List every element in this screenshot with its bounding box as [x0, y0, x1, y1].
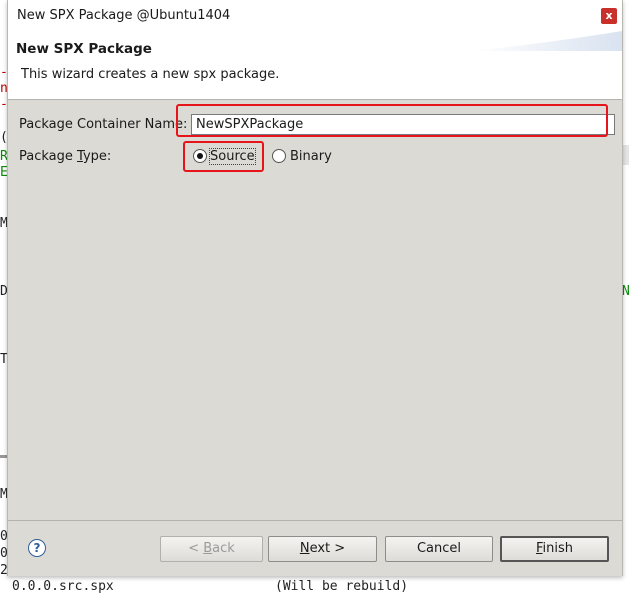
bg-char: N — [622, 284, 629, 299]
wizard-banner: New SPX Package This wizard creates a ne… — [8, 31, 622, 100]
bg-divider — [0, 455, 7, 458]
page-title: New SPX Package — [16, 41, 152, 57]
binary-radio-label[interactable]: Binary — [290, 149, 332, 164]
package-container-name-input[interactable] — [191, 114, 615, 135]
title-bar: New SPX Package @Ubuntu1404 x — [8, 0, 622, 32]
wizard-dialog: New SPX Package @Ubuntu1404 x New SPX Pa… — [7, 0, 623, 576]
close-button[interactable]: x — [601, 8, 617, 24]
package-type-label: Package Type: — [19, 149, 112, 164]
package-container-label: Package Container Name: — [19, 117, 188, 132]
next-button[interactable]: Next > — [268, 536, 377, 562]
bg-text: 0.0.0.src.spx — [12, 579, 114, 594]
banner-graphic-icon — [472, 31, 622, 51]
back-button[interactable]: < Back — [160, 536, 263, 562]
binary-radio-button[interactable] — [272, 149, 286, 163]
help-icon[interactable]: ? — [28, 539, 46, 557]
source-radio-label[interactable]: Source — [209, 148, 256, 165]
button-bar: ? < Back Next > Cancel Finish — [8, 521, 622, 576]
close-icon: x — [605, 9, 613, 22]
page-description: This wizard creates a new spx package. — [21, 67, 280, 82]
cancel-button[interactable]: Cancel — [385, 536, 493, 562]
radio-selected-dot — [197, 153, 203, 159]
source-radio-button[interactable] — [193, 149, 207, 163]
bg-text: (Will be rebuild) — [275, 579, 409, 594]
form-area: Package Container Name: Package Type: So… — [8, 100, 622, 520]
finish-button[interactable]: Finish — [500, 536, 609, 562]
bg-highlight — [622, 145, 629, 165]
window-title: New SPX Package @Ubuntu1404 — [17, 8, 231, 23]
